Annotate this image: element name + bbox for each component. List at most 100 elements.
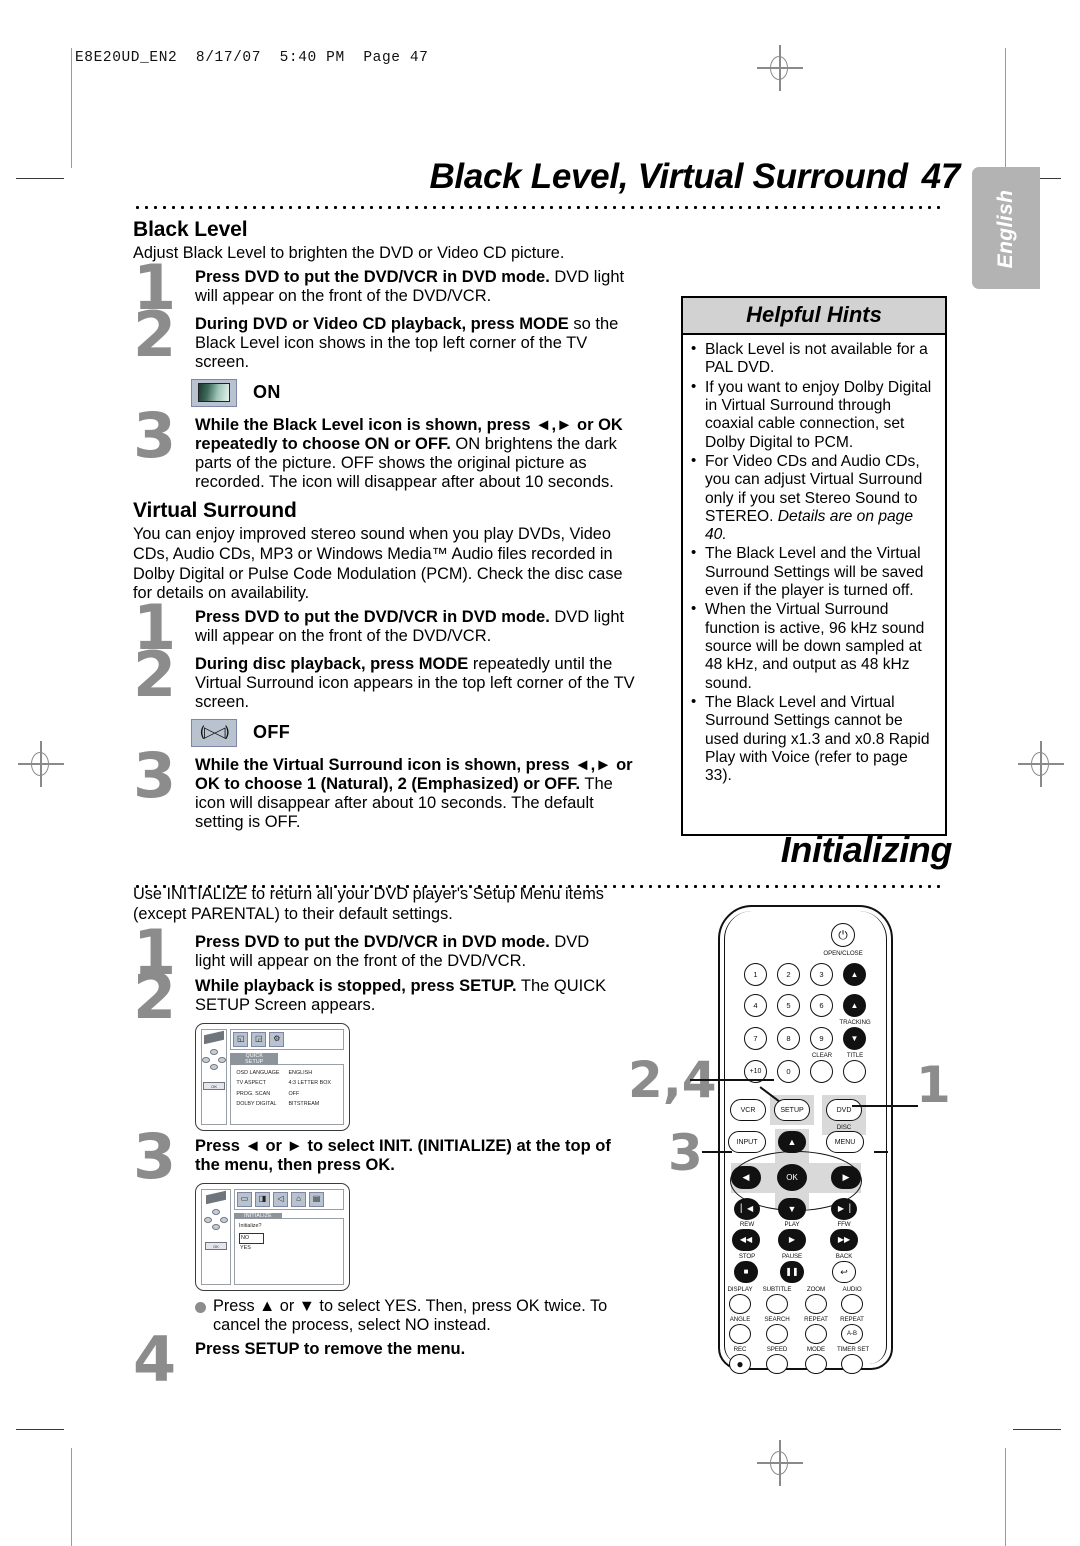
dvd-button[interactable]: DVD xyxy=(826,1099,862,1121)
dpad-icon xyxy=(204,1208,228,1231)
step-item: 2 While playback is stopped, press SETUP… xyxy=(133,965,613,1027)
step-number: 2 xyxy=(133,959,176,1033)
stop-button[interactable]: ■ xyxy=(734,1261,758,1283)
step-item: 3 While the Virtual Surround icon is sho… xyxy=(133,744,645,833)
dpad-down-icon xyxy=(212,1223,220,1230)
initializing-column: Use INITIALIZE to return all your DVD pl… xyxy=(133,885,613,1390)
number-key-8[interactable]: 8 xyxy=(777,1027,800,1050)
number-key-1[interactable]: 1 xyxy=(744,963,767,986)
rewind-button[interactable]: ◀◀ xyxy=(732,1229,760,1251)
osd-icon-bar: ◱ ◲ ⚙ xyxy=(230,1028,344,1050)
repeat-button[interactable] xyxy=(805,1324,827,1344)
rew-label: REW xyxy=(739,1221,755,1228)
pause-button[interactable]: ❚❚ xyxy=(780,1261,804,1283)
step-item: 3 While the Black Level icon is shown, p… xyxy=(133,404,645,493)
hint-item: The Black Level and Virtual Surround Set… xyxy=(689,693,937,786)
clear-button[interactable] xyxy=(810,1060,833,1083)
osd-setting-label: TV ASPECT xyxy=(236,1080,266,1087)
osd-display-icon: ▭ xyxy=(237,1191,252,1207)
helpful-hints-list: Black Level is not available for a PAL D… xyxy=(683,335,945,791)
step-number: 4 xyxy=(133,1322,176,1396)
osd-remote-hint: OK xyxy=(201,1028,228,1125)
arrow-right-button[interactable]: ▶ xyxy=(831,1166,861,1189)
number-key-4[interactable]: 4 xyxy=(744,994,767,1017)
speed-label: SPEED xyxy=(766,1346,788,1353)
subtitle-button[interactable] xyxy=(766,1294,788,1314)
osd-sound-icon: ◁ xyxy=(273,1191,288,1207)
quick-setup-screen: OK ◱ ◲ ⚙ QUICK SETUP OSD LANGUAGE ENGLIS… xyxy=(195,1022,350,1131)
setup-button[interactable]: SETUP xyxy=(774,1099,810,1121)
osd-init-icon: ▤ xyxy=(309,1191,324,1207)
tracking-up-button[interactable]: ▲ xyxy=(843,994,866,1017)
arrow-left-button[interactable]: ◀ xyxy=(731,1166,761,1189)
repeat-ab-top-label: REPEAT xyxy=(840,1316,864,1323)
fast-forward-button[interactable]: ▶▶ xyxy=(830,1229,858,1251)
tracking-down-button[interactable]: ▼ xyxy=(843,1027,866,1050)
angle-button[interactable] xyxy=(729,1324,751,1344)
arrow-up-button[interactable]: ▲ xyxy=(778,1131,806,1153)
play-button[interactable]: ▶ xyxy=(778,1229,806,1251)
osd-option-selected[interactable]: NO xyxy=(239,1233,265,1244)
step-body: While playback is stopped, press SETUP. … xyxy=(195,977,613,1015)
repeat-ab-button[interactable]: A-B xyxy=(841,1324,863,1344)
number-key-6[interactable]: 6 xyxy=(810,994,833,1017)
record-button[interactable]: ● xyxy=(729,1354,751,1374)
initialize-screen: OK ▭ ◨ ◁ ⌂ ▤ INITIALIZE Initialize? NO Y… xyxy=(195,1182,350,1291)
step-body: During DVD or Video CD playback, press M… xyxy=(195,315,645,372)
dpad-right-icon xyxy=(218,1056,227,1063)
input-button[interactable]: INPUT xyxy=(728,1131,766,1153)
osd-setting-value: 4:3 LETTER BOX xyxy=(288,1080,331,1087)
number-key-5[interactable]: 5 xyxy=(777,994,800,1017)
disc-menu-button[interactable]: MENU xyxy=(826,1131,864,1153)
title-button[interactable] xyxy=(843,1060,866,1083)
virtual-surround-intro: You can enjoy improved stereo sound when… xyxy=(133,525,623,603)
hint-item: For Video CDs and Audio CDs, you can adj… xyxy=(689,452,937,545)
open-close-label: OPEN/CLOSE xyxy=(823,950,863,957)
vcr-button[interactable]: VCR xyxy=(730,1099,766,1121)
number-key-7[interactable]: 7 xyxy=(744,1027,767,1050)
eject-button[interactable]: ▲ xyxy=(843,963,866,986)
number-key-2[interactable]: 2 xyxy=(777,963,800,986)
osd-setting-row: TV ASPECT 4:3 LETTER BOX xyxy=(235,1078,339,1088)
search-button[interactable] xyxy=(766,1324,788,1344)
display-button[interactable] xyxy=(729,1294,751,1314)
power-button[interactable]: ⏻ xyxy=(831,923,855,947)
osd-option[interactable]: YES xyxy=(239,1244,339,1252)
osd-setting-value: ENGLISH xyxy=(288,1069,313,1076)
display-label: DISPLAY xyxy=(727,1286,753,1293)
osd-icon-bar: ▭ ◨ ◁ ⌂ ▤ xyxy=(234,1188,344,1210)
zoom-label: ZOOM xyxy=(806,1286,826,1293)
next-button[interactable]: ▶▕ xyxy=(831,1198,857,1220)
number-key-9[interactable]: 9 xyxy=(810,1027,833,1050)
virtual-surround-osd-label: OFF xyxy=(253,722,291,743)
step-bold-text: Press DVD to put the DVD/VCR in DVD mode… xyxy=(195,607,550,626)
osd-setting-label: OSD LANGUAGE xyxy=(236,1069,280,1076)
step-bold-text: During DVD or Video CD playback, press M… xyxy=(195,314,569,333)
timer-set-button[interactable] xyxy=(841,1354,863,1374)
step-item: 1 Press DVD to put the DVD/VCR in DVD mo… xyxy=(133,921,613,983)
audio-button[interactable] xyxy=(841,1294,863,1314)
mode-button[interactable] xyxy=(805,1354,827,1374)
black-level-intro: Adjust Black Level to brighten the DVD o… xyxy=(133,244,565,262)
osd-tab-label: INITIALIZE xyxy=(234,1212,282,1219)
zoom-button[interactable] xyxy=(805,1294,827,1314)
step-item: 2 During DVD or Video CD playback, press… xyxy=(133,303,645,372)
previous-button[interactable]: ▏◀ xyxy=(734,1198,760,1220)
osd-tab-label: QUICK SETUP xyxy=(230,1052,279,1065)
ok-button[interactable]: OK xyxy=(777,1164,807,1191)
divider-dotted-top xyxy=(133,205,945,210)
step-body: While the Black Level icon is shown, pre… xyxy=(195,416,645,493)
osd-setting-value: BITSTREAM xyxy=(288,1100,320,1107)
number-key-3[interactable]: 3 xyxy=(810,963,833,986)
arrow-down-button[interactable]: ▼ xyxy=(778,1198,806,1220)
black-level-icon xyxy=(191,378,237,407)
black-level-osd-row: ON xyxy=(191,378,645,407)
number-key-0[interactable]: 0 xyxy=(777,1060,800,1083)
black-level-gradient-icon xyxy=(198,383,230,403)
speed-button[interactable] xyxy=(766,1354,788,1374)
back-button[interactable]: ↩ xyxy=(832,1261,856,1283)
osd-content: ▭ ◨ ◁ ⌂ ▤ INITIALIZE Initialize? NO YES xyxy=(234,1188,344,1285)
black-level-osd-label: ON xyxy=(253,382,281,403)
left-column: Black Level Adjust Black Level to bright… xyxy=(133,218,645,839)
timer-set-label: TIMER SET xyxy=(836,1346,870,1353)
